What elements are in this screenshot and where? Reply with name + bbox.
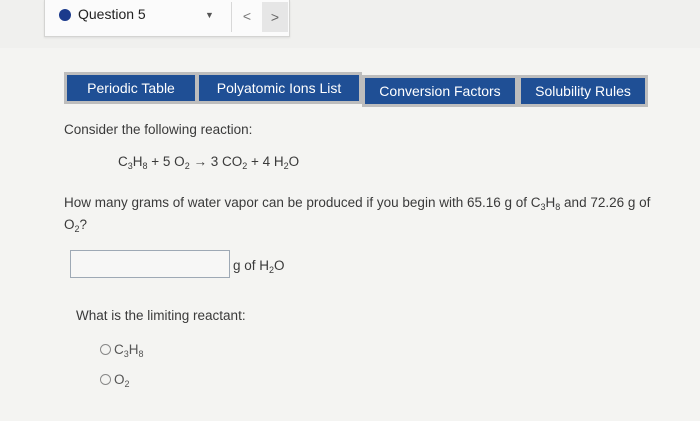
answer-unit: g of H2O: [233, 258, 285, 275]
conversion-factors-button[interactable]: Conversion Factors: [362, 75, 518, 107]
question-navigator: Question 5 ▼ < >: [44, 0, 290, 37]
water-mass-input[interactable]: [70, 250, 230, 278]
option-o2[interactable]: O2: [100, 372, 130, 389]
question-status-dot: [59, 9, 71, 21]
previous-question-button[interactable]: <: [236, 5, 258, 27]
prompt-text: Consider the following reaction:: [64, 122, 253, 137]
question-label[interactable]: Question 5: [78, 6, 146, 22]
polyatomic-ions-button[interactable]: Polyatomic Ions List: [196, 72, 362, 104]
periodic-table-button[interactable]: Periodic Table: [64, 72, 198, 104]
option-c3h8[interactable]: C3H8: [100, 342, 144, 359]
radio-icon[interactable]: [100, 344, 111, 355]
divider: [231, 2, 232, 32]
question-text: How many grams of water vapor can be pro…: [64, 195, 651, 234]
limiting-reactant-question: What is the limiting reactant:: [76, 308, 246, 323]
solubility-rules-button[interactable]: Solubility Rules: [518, 75, 648, 107]
chevron-down-icon[interactable]: ▼: [205, 10, 214, 20]
reaction-equation: C3H8 + 5 O2 → 3 CO2 + 4 H2O: [118, 154, 300, 171]
next-question-button[interactable]: >: [262, 2, 288, 32]
radio-icon[interactable]: [100, 374, 111, 385]
